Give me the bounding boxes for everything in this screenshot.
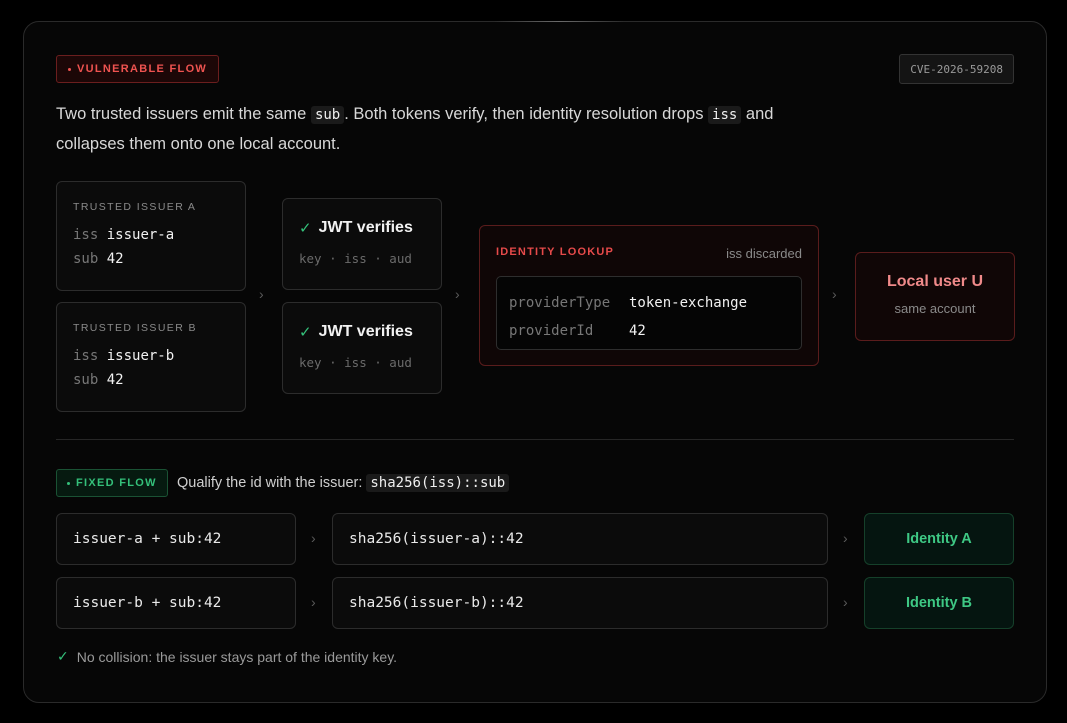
arrow-icon: › — [843, 530, 848, 546]
fixed-hash-b: sha256(issuer-b)::42 — [332, 577, 828, 629]
jwt-verify-card-a: ✓ JWT verifies key · iss · aud — [282, 198, 442, 290]
sub-value: 42 — [106, 251, 124, 267]
check-icon: ✓ — [299, 220, 312, 237]
field-key: providerType — [509, 295, 611, 311]
sub-key: sub — [73, 251, 99, 267]
fixed-input-b: issuer-b + sub:42 — [56, 577, 296, 629]
provider-type-row: providerType token-exchange — [509, 289, 789, 317]
verify-keys: key · iss · aud — [299, 251, 412, 266]
iss-key: iss — [73, 227, 99, 243]
jwt-verify-card-b: ✓ JWT verifies key · iss · aud — [282, 302, 442, 394]
check-icon: ✓ — [57, 648, 69, 664]
issuer-a-card: TRUSTED ISSUER A iss issuer-a sub 42 — [56, 181, 246, 291]
iss-row: iss issuer-b — [73, 344, 229, 368]
provider-id-row: providerId 42 — [509, 317, 789, 345]
sub-row: sub 42 — [73, 247, 229, 271]
verify-head: ✓ JWT verifies — [299, 323, 425, 341]
fixed-input-a: issuer-a + sub:42 — [56, 513, 296, 565]
field-value: token-exchange — [629, 295, 748, 311]
sub-row: sub 42 — [73, 368, 229, 392]
intro-part-1: Two trusted issuers emit the same — [56, 105, 311, 123]
sub-chip: sub — [310, 106, 345, 124]
intro-text: Two trusted issuers emit the same sub. B… — [56, 100, 836, 159]
issuer-title: TRUSTED ISSUER B — [73, 322, 197, 334]
fixed-flow-description: Qualify the id with the issuer: sha256(i… — [177, 471, 510, 495]
local-user-card: Local user U same account — [855, 252, 1015, 341]
note-text: No collision: the issuer stays part of t… — [76, 648, 398, 665]
vulnerable-flow-badge: VULNERABLE FLOW — [56, 55, 220, 83]
arrow-icon: › — [843, 594, 848, 610]
iss-discarded-label: iss discarded — [726, 246, 802, 261]
dot-icon — [67, 481, 70, 485]
fix-desc-text: Qualify the id with the issuer: — [177, 475, 363, 491]
sub-value: 42 — [106, 372, 124, 388]
arrow-icon: › — [311, 530, 316, 546]
vulnerable-flow-label: VULNERABLE FLOW — [77, 63, 208, 75]
fixed-flow-badge: FIXED FLOW — [56, 469, 168, 497]
local-user-title: Local user U — [886, 273, 984, 290]
arrow-icon: › — [455, 286, 460, 302]
verify-keys: key · iss · aud — [299, 355, 412, 370]
dot-icon — [68, 67, 71, 71]
fix-desc-code: sha256(iss)::sub — [366, 474, 510, 492]
iss-value: issuer-a — [106, 227, 175, 243]
iss-row: iss issuer-a — [73, 223, 229, 247]
identity-lookup-card: IDENTITY LOOKUP iss discarded providerTy… — [479, 225, 819, 366]
no-collision-note: ✓ No collision: the issuer stays part of… — [57, 648, 397, 665]
verify-head: ✓ JWT verifies — [299, 219, 425, 237]
arrow-icon: › — [311, 594, 316, 610]
field-value: 42 — [629, 323, 646, 339]
iss-chip: iss — [708, 106, 742, 124]
fixed-flow-label: FIXED FLOW — [76, 477, 157, 489]
check-icon: ✓ — [299, 324, 312, 341]
field-key: providerId — [509, 323, 594, 339]
arrow-icon: › — [832, 286, 837, 302]
lookup-fields: providerType token-exchange providerId 42 — [496, 276, 802, 350]
arrow-icon: › — [259, 286, 264, 302]
intro-part-2: . Both tokens verify, then identity reso… — [344, 105, 709, 123]
verify-label: JWT verifies — [318, 323, 413, 340]
fixed-hash-a: sha256(issuer-a)::42 — [332, 513, 828, 565]
issuer-b-card: TRUSTED ISSUER B iss issuer-b sub 42 — [56, 302, 246, 412]
local-user-subtitle: same account — [894, 301, 976, 316]
iss-value: issuer-b — [106, 348, 175, 364]
flow-panel: VULNERABLE FLOW CVE-2026-59208 Two trust… — [23, 21, 1047, 703]
verify-label: JWT verifies — [318, 219, 413, 236]
identity-b-card: Identity B — [864, 577, 1014, 629]
identity-a-card: Identity A — [864, 513, 1014, 565]
iss-key: iss — [73, 348, 99, 364]
section-divider — [56, 439, 1014, 440]
sub-key: sub — [73, 372, 99, 388]
cve-badge: CVE-2026-59208 — [899, 54, 1014, 84]
issuer-title: TRUSTED ISSUER A — [73, 201, 197, 213]
